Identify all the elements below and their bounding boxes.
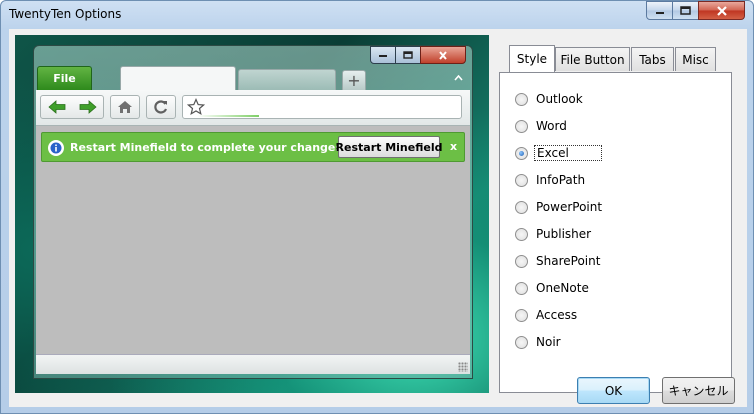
radio-button[interactable] [515,92,528,106]
preview-close-icon [420,46,466,64]
tab-style[interactable]: Style [509,45,555,72]
restart-notification: Restart Minefield to complete your chang… [41,132,465,162]
radio-button[interactable] [515,281,528,295]
radio-button[interactable] [515,200,528,214]
preview-url-bar [182,95,462,119]
radio-powerpoint[interactable]: PowerPoint [515,198,604,216]
forward-arrow-icon [79,100,97,114]
restart-minefield-button: Restart Minefield [336,136,442,158]
bookmark-star-icon [187,98,205,116]
preview-minimize-icon [370,46,396,64]
radio-button[interactable] [515,254,528,268]
radio-onenote[interactable]: OneNote [515,279,591,297]
radio-selected-dot [519,150,524,156]
preview-load-progress [197,115,259,117]
preview-toolbar [36,90,470,126]
close-icon [716,5,727,16]
ok-button[interactable]: OK [577,377,650,404]
radio-label: Access [536,308,578,322]
preview-tab-list-icon [454,74,463,84]
maximize-button[interactable] [672,1,699,20]
cancel-button[interactable]: キャンセル [662,377,735,404]
radio-label: Noir [536,335,561,349]
preview-file-button: File [37,66,92,90]
radio-excel[interactable]: Excel [515,144,602,162]
theme-preview: File + Restart Minefield to complete you… [15,35,489,393]
tab-tabs[interactable]: Tabs [631,47,674,71]
back-arrow-icon [47,100,65,114]
radio-label: OneNote [536,281,589,295]
minimize-icon [655,11,664,14]
title-bar[interactable]: TwentyTen Options [1,1,753,29]
radio-infopath[interactable]: InfoPath [515,171,587,189]
info-icon [48,140,64,156]
preview-status-bar [36,354,470,374]
radio-noir[interactable]: Noir [515,333,563,351]
preview-home-button [110,95,140,119]
radio-button[interactable] [515,227,528,241]
preview-reload-button [146,95,176,119]
close-button[interactable] [698,1,745,20]
preview-new-tab-icon: + [342,70,366,90]
radio-label: SharePoint [536,254,601,268]
preview-active-tab [120,66,236,90]
options-dialog: TwentyTen Options File + Restart Minefie… [0,0,754,414]
tab-misc[interactable]: Misc [675,47,716,71]
tab-file-button[interactable]: File Button [555,47,630,71]
radio-outlook[interactable]: Outlook [515,90,585,108]
radio-button[interactable] [515,173,528,187]
home-icon [118,101,132,113]
radio-button[interactable] [515,308,528,322]
radio-sharepoint[interactable]: SharePoint [515,252,602,270]
radio-access[interactable]: Access [515,306,579,324]
radio-button[interactable] [515,119,528,133]
maximize-icon [680,6,691,15]
preview-back-forward [40,95,104,119]
style-tab-panel: Outlook Word Excel InfoPath PowerPoint P… [499,72,732,393]
radio-label: Outlook [536,92,583,106]
radio-publisher[interactable]: Publisher [515,225,593,243]
window-title: TwentyTen Options [9,7,122,21]
radio-label: Publisher [536,227,592,241]
minimize-button[interactable] [646,1,673,20]
resize-grip-icon [458,362,468,372]
notification-message: Restart Minefield to complete your chang… [70,141,347,154]
radio-button-selected[interactable] [515,146,528,160]
reload-icon [154,100,168,114]
radio-word[interactable]: Word [515,117,569,135]
radio-label: PowerPoint [536,200,603,214]
preview-inactive-tab [238,69,336,90]
radio-label: Excel [534,145,602,161]
preview-browser-window: File + Restart Minefield to complete you… [33,45,473,379]
notification-close: x [450,140,458,153]
radio-button[interactable] [515,335,528,349]
dialog-client-area: File + Restart Minefield to complete you… [9,29,747,407]
preview-maximize-icon [395,46,421,64]
radio-label: Word [536,119,567,133]
radio-label: InfoPath [536,173,586,187]
preview-content-area: Restart Minefield to complete your chang… [36,126,470,354]
